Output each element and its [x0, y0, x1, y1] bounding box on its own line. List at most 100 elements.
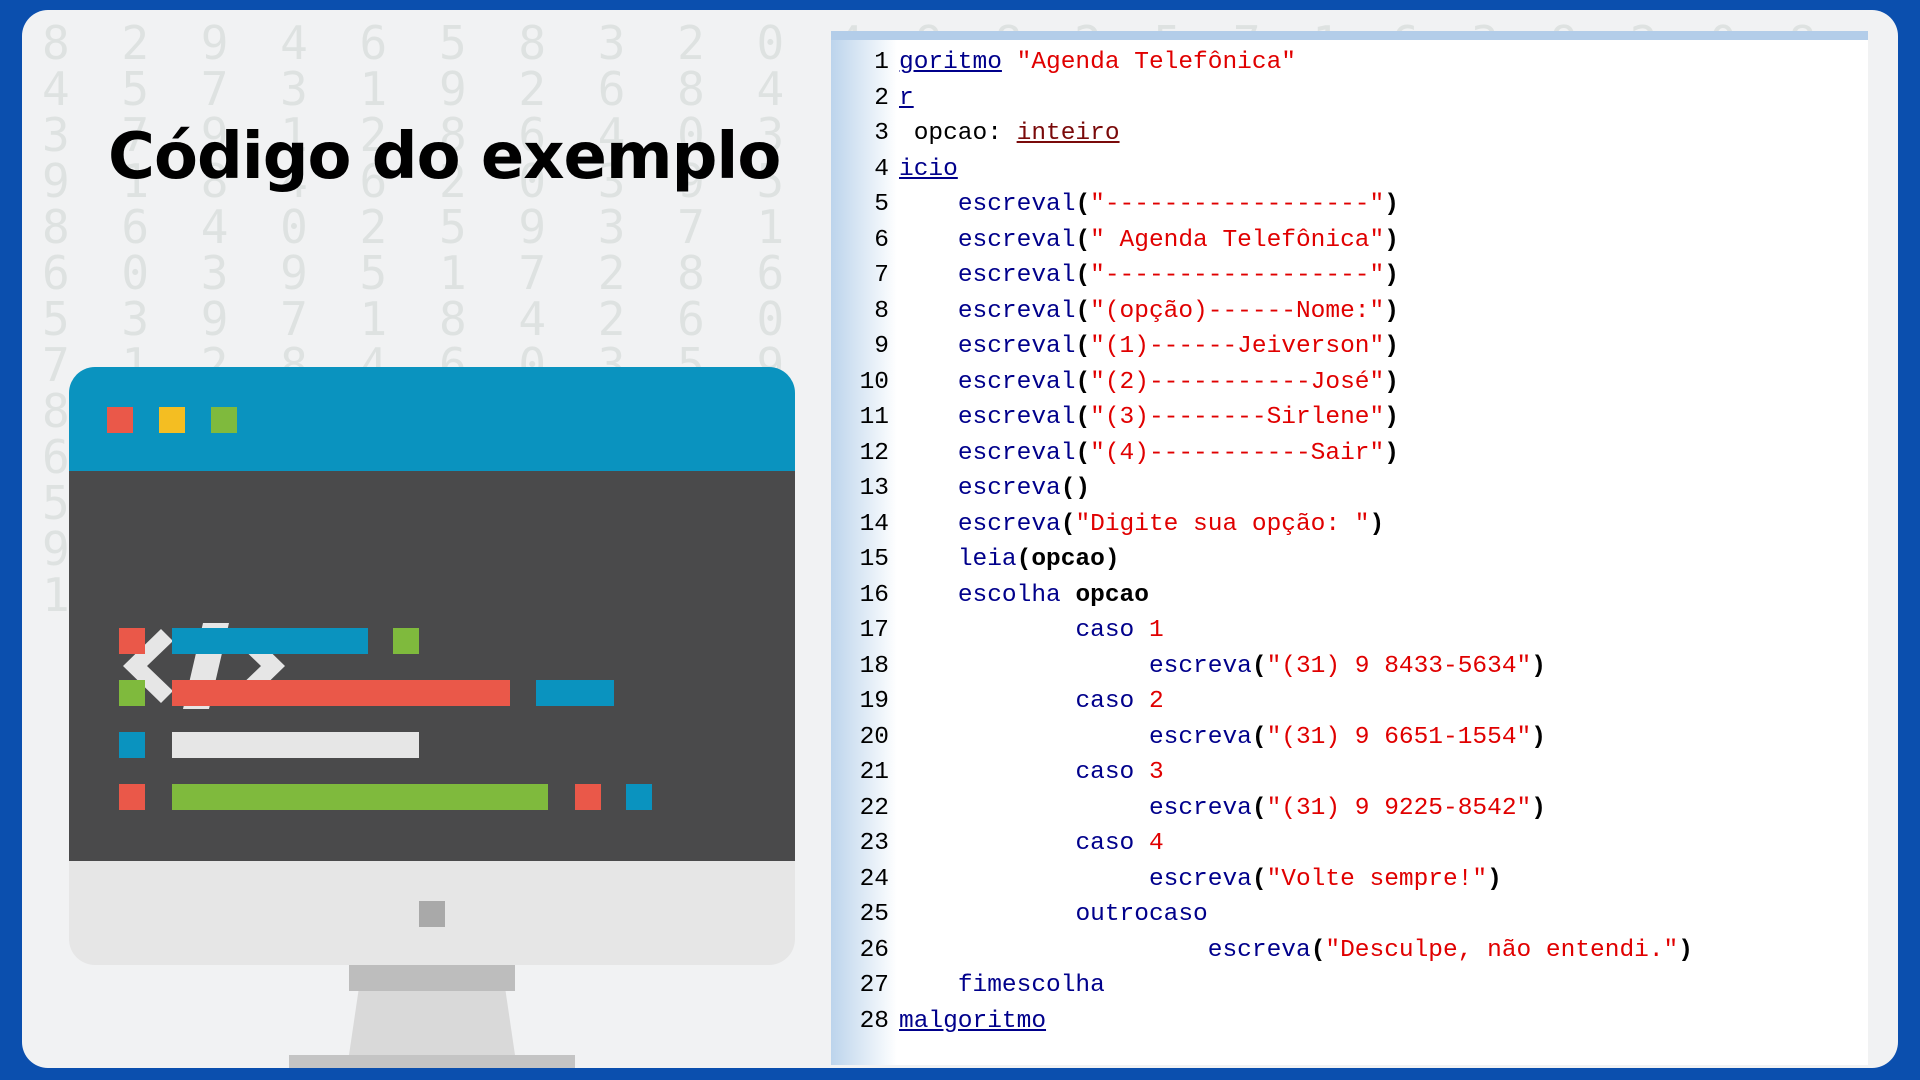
line-number: 3 — [874, 120, 889, 147]
string-literal: "Desculpe, não entendi." — [1325, 936, 1679, 964]
line-number: 13 — [859, 475, 889, 502]
code-line-marker — [119, 680, 145, 706]
function-name: escreva — [1148, 723, 1252, 751]
line-number: 8 — [874, 297, 889, 325]
line-number: 17 — [859, 617, 889, 644]
code-editor-panel: 1 goritmo "Agenda Telefônica" 2r 3 opcao:… — [831, 31, 1868, 1065]
keyword: caso — [1075, 830, 1135, 857]
keyword: outrocaso — [1075, 901, 1208, 928]
keyword: malgoritmo — [899, 1007, 1047, 1035]
function-name: leia — [957, 546, 1017, 573]
line-number: 7 — [874, 262, 889, 289]
function-name: escreva — [1148, 865, 1252, 893]
code-line-bar — [536, 680, 614, 706]
screen-body — [69, 471, 795, 861]
line-number: 1 — [874, 49, 889, 76]
string-literal: "------------------" — [1090, 262, 1385, 289]
code-line-marker — [119, 628, 145, 654]
code-line-bar — [172, 680, 510, 706]
line-number: 6 — [874, 226, 889, 254]
keyword: goritmo — [899, 49, 1002, 76]
string-literal: "(opção)------Nome:" — [1090, 297, 1385, 325]
window-yellow-dot-icon — [159, 407, 185, 433]
identifier: opcao — [1031, 546, 1105, 573]
line-number: 23 — [859, 830, 889, 857]
line-number: 28 — [859, 1007, 889, 1035]
number-literal: 4 — [1148, 830, 1164, 857]
keyword: icio — [899, 155, 958, 183]
line-number: 9 — [874, 333, 889, 360]
function-name: escreva — [1148, 652, 1252, 680]
screen-titlebar — [69, 367, 795, 471]
string-literal: "(31) 9 9225-8542" — [1266, 794, 1532, 822]
identifier: opcao: — [913, 120, 1002, 147]
code-line-bar — [172, 732, 419, 758]
number-literal: 3 — [1148, 759, 1164, 786]
function-name: escreval — [957, 191, 1076, 218]
string-literal: " Agenda Telefônica" — [1090, 226, 1385, 254]
string-literal: "(4)-----------Sair" — [1090, 439, 1385, 467]
function-name: escreva — [1148, 794, 1252, 822]
string-literal: "------------------" — [1090, 191, 1385, 218]
line-number: 26 — [859, 936, 889, 964]
line-number: 12 — [859, 439, 889, 467]
function-name: escreva — [1207, 936, 1311, 964]
code-line-marker — [119, 784, 145, 810]
function-name: escreva — [957, 510, 1061, 538]
string-literal: "(2)-----------José" — [1090, 368, 1385, 396]
monitor-illustration — [69, 367, 795, 1068]
number-literal: 2 — [1148, 688, 1164, 715]
function-name: escreval — [957, 368, 1076, 396]
line-number: 2 — [874, 84, 889, 112]
keyword: caso — [1075, 617, 1135, 644]
code-line-marker — [393, 628, 419, 654]
function-name: escreval — [957, 297, 1076, 325]
slide-card: 8 2 9 4 6 5 8 3 2 0 4 9 8 2 5 7 1 6 3 9 … — [22, 10, 1898, 1068]
line-number: 19 — [859, 688, 889, 715]
function-name: escreval — [957, 439, 1076, 467]
identifier: opcao — [1075, 581, 1149, 609]
line-number: 14 — [859, 510, 889, 538]
function-name: escreval — [957, 404, 1076, 431]
number-literal: 1 — [1148, 617, 1164, 644]
line-number: 21 — [859, 759, 889, 786]
line-number: 4 — [874, 155, 889, 183]
code-listing: 1 goritmo "Agenda Telefônica" 2r 3 opcao:… — [831, 45, 1868, 1039]
line-number: 24 — [859, 865, 889, 893]
line-number: 15 — [859, 546, 889, 573]
code-line-marker — [119, 732, 145, 758]
code-line-marker — [626, 784, 652, 810]
keyword: caso — [1075, 759, 1135, 786]
string-literal: "(1)------Jeiverson" — [1090, 333, 1385, 360]
power-button-icon — [419, 901, 445, 927]
line-number: 27 — [859, 972, 889, 999]
window-green-dot-icon — [211, 407, 237, 433]
line-number: 10 — [859, 368, 889, 396]
function-name: escreval — [957, 262, 1076, 289]
line-number: 11 — [859, 404, 889, 431]
line-number: 20 — [859, 723, 889, 751]
string-literal: "(31) 9 6651-1554" — [1266, 723, 1532, 751]
code-line-bar — [172, 784, 548, 810]
string-literal: "(31) 9 8433-5634" — [1266, 652, 1532, 680]
page-title: Código do exemplo — [108, 120, 781, 194]
function-name: escreval — [957, 226, 1076, 254]
string-literal: "Agenda Telefônica" — [1016, 49, 1296, 76]
keyword: fimescolha — [957, 972, 1105, 999]
line-number: 5 — [874, 191, 889, 218]
string-literal: "(3)--------Sirlene" — [1090, 404, 1385, 431]
code-line-marker — [575, 784, 601, 810]
function-name: escreva — [957, 475, 1061, 502]
line-number: 22 — [859, 794, 889, 822]
line-number: 18 — [859, 652, 889, 680]
string-literal: "Volte sempre!" — [1266, 865, 1488, 893]
string-literal: "Digite sua opção: " — [1075, 510, 1370, 538]
keyword: caso — [1075, 688, 1135, 715]
line-number: 25 — [859, 901, 889, 928]
monitor-bezel — [69, 861, 795, 965]
keyword: escolha — [957, 581, 1061, 609]
code-line-bar — [172, 628, 368, 654]
type-name: inteiro — [1016, 120, 1120, 147]
monitor-base — [289, 1055, 575, 1068]
monitor-stand-neck — [349, 965, 515, 991]
